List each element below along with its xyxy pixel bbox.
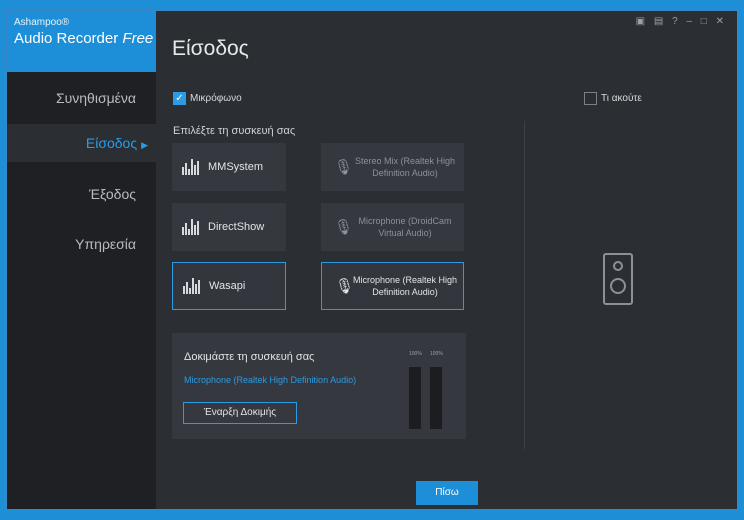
test-title: Δοκιμάστε τη συσκευή σας (184, 351, 315, 363)
brand-header: Ashampoo® Audio Recorder Free (7, 11, 156, 72)
close-icon[interactable]: ✕ (716, 16, 727, 27)
driver-label: Wasapi (209, 280, 246, 292)
brand-product-name: Audio Recorder (14, 30, 119, 47)
speaker-tweeter (613, 261, 623, 271)
maximize-icon[interactable]: □ (701, 16, 710, 27)
brand-company: Ashampoo® (14, 17, 70, 28)
help-icon[interactable]: ? (672, 16, 681, 27)
meter-left-label: 100% (409, 351, 422, 357)
sidebar-item-output[interactable]: Έξοδος (7, 175, 156, 213)
sidebar-item-label: Υπηρεσία (75, 236, 136, 252)
window-controls: ▣ ▤ ? – □ ✕ (636, 16, 727, 27)
divider (524, 121, 525, 449)
device-label: Microphone (Realtek High Definition Audio… (351, 274, 463, 298)
meter-right-label: 100% (430, 351, 443, 357)
device-label-line1: Microphone (DroidCam (358, 216, 452, 226)
sidebar-item-service[interactable]: Υπηρεσία (7, 225, 156, 263)
test-device-name: Microphone (Realtek High Definition Audi… (184, 375, 357, 385)
checkbox-unchecked-icon (584, 92, 597, 105)
sidebar-item-label: Είσοδος (85, 135, 138, 151)
back-button[interactable]: Πίσω (416, 481, 478, 505)
listen-checkbox-label: Τι ακούτε (601, 93, 642, 104)
listen-checkbox[interactable]: Τι ακούτε (584, 92, 642, 105)
microphone-icon: 🎙 (334, 159, 354, 176)
level-meter-right (430, 367, 442, 429)
start-test-button[interactable]: Έναρξη Δοκιμής (183, 402, 297, 424)
levels-icon (182, 159, 200, 175)
sidebar-item-label: Συνηθισμένα (55, 90, 136, 106)
sidebar: Ashampoo® Audio Recorder Free Συνηθισμέν… (7, 11, 156, 509)
device-label-line2: Definition Audio) (372, 287, 438, 297)
microphone-icon: 🎙 (335, 278, 355, 295)
main-panel: ▣ ▤ ? – □ ✕ Είσοδος ✓ Μικρόφωνο Τι ακούτ… (156, 11, 737, 509)
speaker-icon (603, 253, 633, 305)
sidebar-item-general[interactable]: Συνηθισμένα (7, 79, 156, 117)
minimize-icon[interactable]: – (686, 16, 695, 27)
brand-product: Audio Recorder Free (14, 30, 156, 47)
device-label: Stereo Mix (Realtek High Definition Audio… (350, 155, 464, 179)
device-droidcam[interactable]: 🎙 Microphone (DroidCam Virtual Audio) (321, 203, 464, 251)
app-window: Ashampoo® Audio Recorder Free Συνηθισμέν… (6, 10, 738, 510)
device-label: Microphone (DroidCam Virtual Audio) (350, 215, 464, 239)
microphone-checkbox-label: Μικρόφωνο (190, 93, 242, 104)
driver-label: DirectShow (208, 221, 265, 233)
sidebar-item-label: Έξοδος (89, 186, 136, 202)
sidebar-item-input[interactable]: Είσοδος ▶ (7, 124, 156, 162)
device-stereo-mix[interactable]: 🎙 Stereo Mix (Realtek High Definition Aud… (321, 143, 464, 191)
device-label-line1: Stereo Mix (Realtek High (354, 156, 456, 166)
page-title: Είσοδος (172, 37, 249, 60)
driver-label: MMSystem (208, 161, 263, 173)
levels-icon (183, 278, 201, 294)
checkbox-checked-icon: ✓ (173, 92, 186, 105)
levels-icon (182, 219, 200, 235)
feedback-icon[interactable]: ▣ (636, 16, 648, 27)
brand-edition: Free (122, 30, 154, 47)
speaker-woofer (610, 278, 626, 294)
device-test-panel: Δοκιμάστε τη συσκευή σας Microphone (Rea… (172, 333, 466, 439)
chevron-right-icon: ▶ (141, 140, 148, 150)
select-device-label: Επιλέξτε τη συσκευή σας (173, 125, 296, 137)
microphone-checkbox[interactable]: ✓ Μικρόφωνο (173, 92, 242, 105)
driver-wasapi[interactable]: Wasapi (172, 262, 286, 310)
microphone-icon: 🎙 (334, 219, 354, 236)
device-label-line2: Virtual Audio) (378, 228, 432, 238)
device-label-line1: Microphone (Realtek High (352, 275, 458, 285)
level-meter-left (409, 367, 421, 429)
driver-mmsystem[interactable]: MMSystem (172, 143, 286, 191)
driver-directshow[interactable]: DirectShow (172, 203, 286, 251)
device-label-line2: Definition Audio) (372, 168, 438, 178)
edit-icon[interactable]: ▤ (654, 16, 666, 27)
device-realtek-microphone[interactable]: 🎙 Microphone (Realtek High Definition Aud… (321, 262, 464, 310)
